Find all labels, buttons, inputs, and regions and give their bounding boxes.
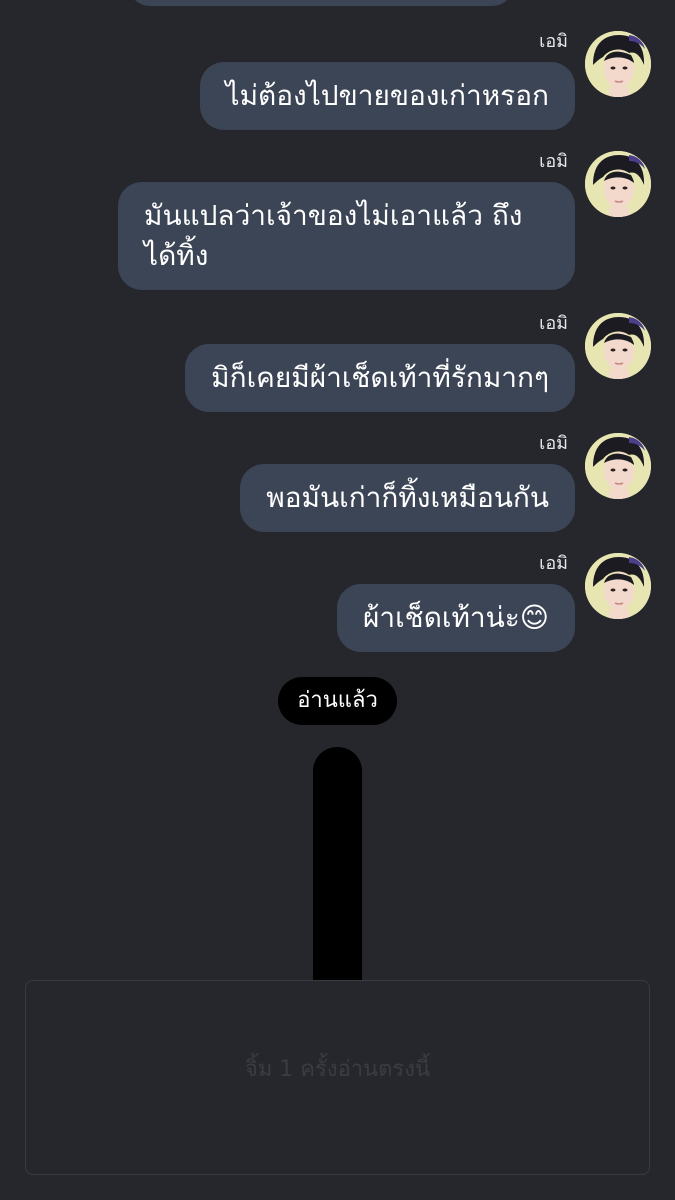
- message-bubble[interactable]: ผ้าเช็ดเท้าน่ะ😊: [336, 584, 575, 652]
- sender-avatar[interactable]: [585, 553, 651, 619]
- message-sender: เอมิ: [539, 553, 568, 574]
- tap-to-read-placeholder: จิ้ม 1 ครั้งอ่านตรงนี้: [244, 1057, 431, 1082]
- message-sender: เอมิ: [539, 433, 568, 454]
- message-bubble[interactable]: ไม่ต้องไปขายของเก่าหรอก: [199, 62, 575, 130]
- sender-avatar[interactable]: [585, 433, 651, 499]
- previous-message-bubble: [128, 0, 514, 6]
- sender-avatar[interactable]: [585, 151, 651, 217]
- message-sender: เอมิ: [539, 151, 568, 172]
- message-sender: เอมิ: [539, 313, 568, 334]
- message-bubble[interactable]: พอมันเก่าก็ทิ้งเหมือนกัน: [240, 464, 575, 532]
- message-bubble[interactable]: มิก็เคยมีผ้าเช็ดเท้าที่รักมากๆ: [185, 344, 575, 412]
- sender-avatar[interactable]: [585, 31, 651, 97]
- bookmark-tab: [313, 747, 362, 992]
- message-bubble[interactable]: มันแปลว่าเจ้าของไม่เอาแล้ว ถึงได้ทิ้ง: [118, 182, 575, 290]
- message-sender: เอมิ: [539, 31, 568, 52]
- tap-to-read-area[interactable]: จิ้ม 1 ครั้งอ่านตรงนี้: [25, 980, 650, 1175]
- read-status-badge: อ่านแล้ว: [278, 677, 397, 725]
- sender-avatar[interactable]: [585, 313, 651, 379]
